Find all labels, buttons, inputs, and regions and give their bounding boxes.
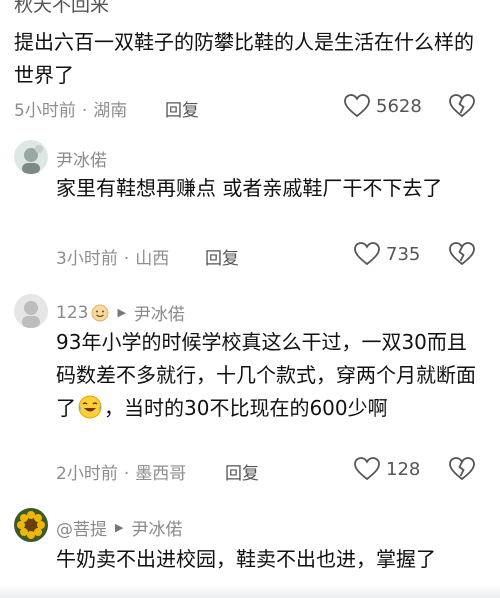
comment-text: 93年小学的时候学校真这么干过，一双30而且码数差不多就行，十几个款式，穿两个月… — [56, 326, 476, 425]
like-button[interactable]: 735 — [354, 242, 420, 266]
bottom-fade — [0, 585, 500, 598]
comment-text: 牛奶卖不出进校园，鞋卖不出也进，掌握了 — [56, 547, 436, 571]
comment-time: 5小时前 — [14, 101, 76, 121]
broken-heart-icon — [449, 242, 475, 266]
cutoff-username: 秋天不回来 — [14, 0, 110, 16]
like-count: 128 — [386, 458, 421, 480]
username[interactable]: @菩提 — [56, 515, 107, 540]
username-line: @菩提 ▶ 尹冰偌 — [56, 515, 182, 540]
like-count: 735 — [386, 243, 421, 265]
avatar[interactable] — [14, 508, 48, 542]
smile-emoji-icon — [91, 304, 109, 321]
reply-to-user[interactable]: 尹冰偌 — [131, 515, 182, 540]
dislike-button[interactable] — [449, 457, 475, 485]
reply-to-user[interactable]: 尹冰偌 — [134, 300, 185, 325]
comment-text: 提出六百一双鞋子的防攀比鞋的人是生活在什么样的世界了 — [14, 30, 474, 87]
username[interactable]: 123 — [56, 303, 88, 323]
dislike-button[interactable] — [449, 242, 475, 270]
username[interactable]: 尹冰偌 — [56, 146, 107, 171]
comment-location: 墨西哥 — [135, 464, 187, 484]
broken-heart-icon — [449, 94, 475, 118]
username-line: 123 ▶ 尹冰偌 — [56, 300, 185, 326]
like-button[interactable]: 5628 — [344, 94, 422, 118]
avatar[interactable] — [14, 140, 48, 174]
heart-icon — [354, 242, 380, 266]
broken-heart-icon — [449, 457, 475, 481]
comment-location: 湖南 — [93, 101, 128, 121]
laughing-crying-emoji-icon — [78, 395, 102, 419]
comment-meta: 5小时前 · 湖南 — [14, 101, 128, 121]
reply-arrow-icon: ▶ — [115, 521, 124, 534]
comment-time: 2小时前 — [56, 464, 118, 484]
like-count: 5628 — [376, 95, 422, 117]
username-text: 尹冰偌 — [56, 151, 107, 171]
comment-meta: 2小时前 · 墨西哥 — [56, 464, 187, 484]
comment-time: 3小时前 — [56, 249, 118, 269]
avatar[interactable] — [14, 294, 48, 328]
dislike-button[interactable] — [449, 94, 475, 122]
comment-meta: 3小时前 · 山西 — [56, 249, 170, 269]
like-button[interactable]: 128 — [354, 457, 420, 481]
reply-arrow-icon: ▶ — [117, 306, 126, 319]
reply-button[interactable]: 回复 — [165, 96, 199, 121]
comment-text-part: ，当时的30不比现在的600少啊 — [104, 396, 388, 420]
reply-button[interactable]: 回复 — [225, 459, 259, 484]
heart-icon — [344, 94, 370, 118]
heart-icon — [354, 457, 380, 481]
comment-location: 山西 — [135, 249, 170, 269]
reply-button[interactable]: 回复 — [205, 244, 239, 269]
comment-text: 家里有鞋想再赚点 或者亲戚鞋厂干不下去了 — [56, 176, 443, 200]
